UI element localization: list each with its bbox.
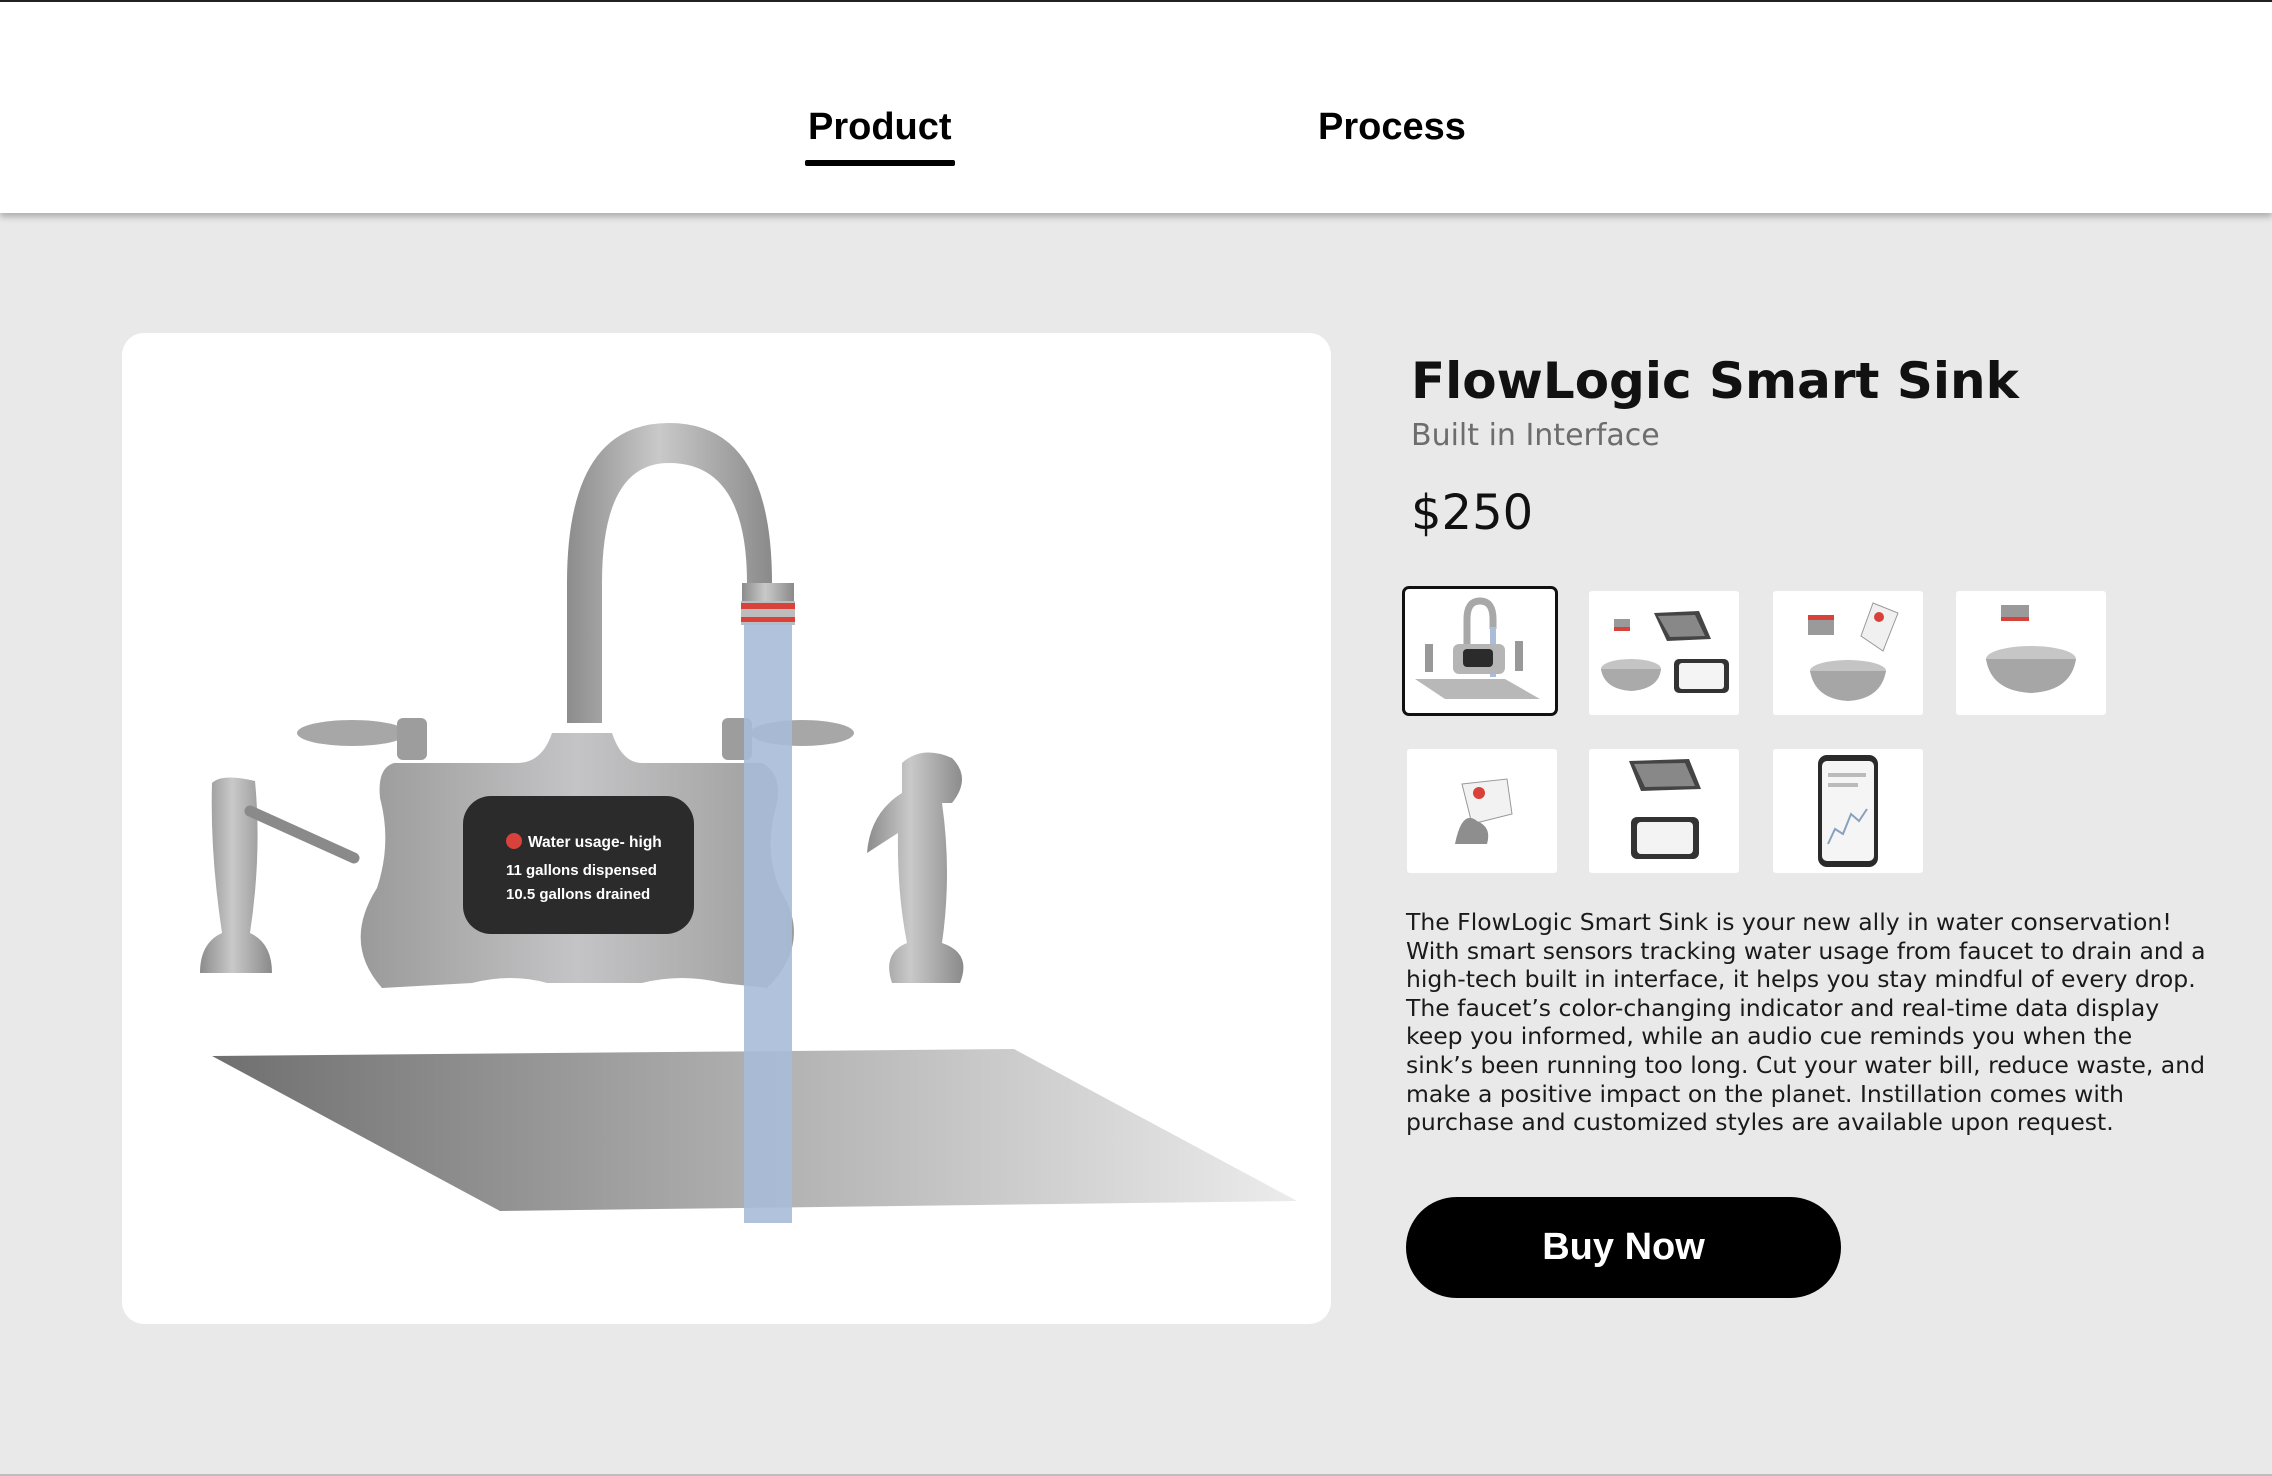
buy-now-button[interactable]: Buy Now	[1406, 1197, 1841, 1298]
thumbnail-components-tablet[interactable]	[1589, 591, 1739, 715]
product-subtitle: Built in Interface	[1411, 418, 1660, 453]
water-stream	[744, 623, 792, 1223]
thumbnail-drain-ring[interactable]	[1956, 591, 2106, 715]
drain-ring-thumbnail-icon	[1986, 605, 2076, 693]
thumbnail-full-sink[interactable]	[1402, 586, 1558, 716]
tab-process[interactable]: Process	[1318, 106, 1466, 149]
thumbnail-faucet-clip[interactable]	[1407, 749, 1557, 873]
smart-sink-illustration: Water usage- high 11 gallons dispensed 1…	[200, 423, 1297, 1223]
thumbnail-tablet-display[interactable]	[1589, 749, 1739, 873]
tab-product[interactable]: Product	[805, 106, 955, 166]
clip-thumbnail-icon	[1455, 778, 1513, 844]
soap-dispenser	[200, 777, 272, 973]
display-status-line: Water usage- high	[528, 834, 662, 851]
tablet-thumbnail-icon	[1629, 759, 1701, 859]
phone-thumbnail-icon	[1818, 755, 1878, 867]
status-dot-icon	[506, 833, 522, 849]
faucet-spout	[567, 423, 772, 723]
indicator-ring	[741, 603, 795, 609]
components-thumbnail-icon	[1601, 611, 1729, 693]
sprayer	[867, 752, 964, 983]
product-price: $250	[1411, 485, 1534, 541]
product-hero-image: Water usage- high 11 gallons dispensed 1…	[122, 333, 1331, 1324]
display-drained-line: 10.5 gallons drained	[506, 886, 650, 903]
thumbnail-phone-app[interactable]	[1773, 749, 1923, 873]
top-navigation-bar: Product Process	[0, 0, 2272, 213]
product-description: The FlowLogic Smart Sink is your new all…	[1406, 908, 2206, 1137]
rings-thumbnail-icon	[1808, 602, 1899, 701]
sink-thumbnail-icon	[1415, 597, 1540, 699]
thumbnail-sensor-rings[interactable]	[1773, 591, 1923, 715]
display-dispensed-line: 11 gallons dispensed	[506, 862, 657, 879]
product-title: FlowLogic Smart Sink	[1411, 352, 2019, 410]
